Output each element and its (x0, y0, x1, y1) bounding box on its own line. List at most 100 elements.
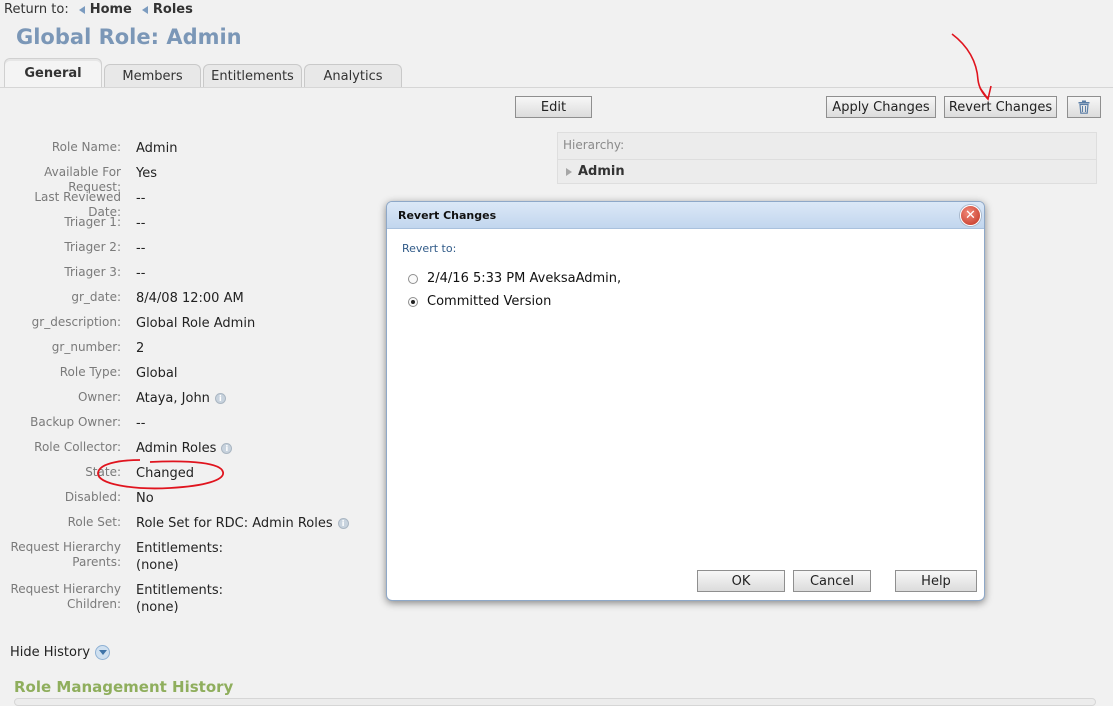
ok-button[interactable]: OK (697, 570, 785, 592)
property-value-text: Ataya, John (136, 391, 210, 406)
property-label: State: (85, 465, 121, 479)
tab-members[interactable]: Members (104, 64, 201, 88)
property-label: Triager 3: (64, 265, 121, 279)
property-backup-owner: Backup Owner: -- (0, 415, 145, 432)
property-label: Backup Owner: (30, 415, 121, 429)
property-value: Ataya, John i (136, 390, 226, 407)
breadcrumb-roles-label: Roles (152, 2, 193, 17)
revert-option-label: Committed Version (427, 294, 552, 309)
property-triager-3: Triager 3: -- (0, 265, 145, 282)
property-value: -- (136, 215, 145, 232)
property-value-text: Role Set for RDC: Admin Roles (136, 516, 333, 531)
property-value-text: No (136, 491, 154, 506)
property-value: Entitlements: (none) (136, 540, 223, 574)
property-label-line: Children: (67, 597, 121, 611)
property-value-text: Changed (136, 466, 195, 481)
property-value: Global Role Admin (136, 315, 255, 332)
hierarchy-divider (558, 159, 1096, 160)
history-title: Role Management History (14, 678, 234, 696)
radio-button[interactable] (408, 296, 418, 307)
revert-option-committed-version[interactable]: Committed Version (408, 294, 551, 309)
info-icon[interactable]: i (221, 443, 233, 454)
property-label: gr_date: (71, 290, 121, 304)
property-value: 8/4/08 12:00 AM (136, 290, 244, 307)
property-value-text: Admin Roles (136, 441, 217, 456)
property-value-text: -- (136, 416, 146, 431)
property-label: Triager 1: (64, 215, 121, 229)
property-label: Role Set: (67, 515, 121, 529)
tab-analytics[interactable]: Analytics (304, 64, 402, 88)
delete-button[interactable] (1067, 96, 1101, 118)
property-value: Changed (136, 465, 194, 482)
property-value: Admin (136, 140, 177, 157)
page-title: Global Role: Admin (16, 25, 242, 49)
edit-button[interactable]: Edit (515, 96, 592, 118)
property-label: gr_description: (31, 315, 121, 329)
property-label-line: Parents: (72, 555, 121, 569)
property-label: Owner: (77, 390, 121, 404)
close-icon[interactable]: ✕ (960, 205, 981, 226)
property-value: 2 (136, 340, 144, 357)
hide-history-label: Hide History (10, 645, 91, 660)
hide-history-toggle[interactable]: Hide History (10, 645, 111, 660)
breadcrumb-roles-link[interactable]: Roles (141, 2, 193, 17)
property-value-text: 8/4/08 12:00 AM (136, 291, 244, 306)
property-value-text: -- (136, 266, 146, 281)
property-value-text: Global (136, 366, 178, 381)
property-gr-number: gr_number: 2 (0, 340, 145, 357)
property-role-collector: Role Collector: Admin Roles i (0, 440, 233, 457)
revert-option-saved-version[interactable]: 2/4/16 5:33 PM AveksaAdmin, (408, 271, 621, 286)
property-value: -- (136, 265, 145, 282)
property-label: Request Hierarchy Children: (0, 582, 136, 616)
property-label: Role Type: (59, 365, 121, 379)
property-role-name: Role Name: Admin (0, 140, 178, 157)
property-value-text: -- (136, 191, 146, 206)
help-button[interactable]: Help (895, 570, 977, 592)
property-value-text: Global Role Admin (136, 316, 256, 331)
tab-general[interactable]: General (4, 58, 102, 88)
property-disabled: Disabled: No (0, 490, 154, 507)
property-triager-1: Triager 1: -- (0, 215, 145, 232)
hierarchy-label: Hierarchy: (563, 138, 625, 152)
property-label: Request Hierarchy Parents: (0, 540, 136, 574)
dialog-header: Revert Changes ✕ (387, 202, 984, 229)
tab-divider (0, 87, 1113, 88)
info-icon[interactable]: i (214, 393, 226, 404)
hierarchy-item-admin[interactable]: Admin (566, 164, 625, 179)
property-value: -- (136, 415, 145, 432)
cancel-button[interactable]: Cancel (793, 570, 871, 592)
property-label: Triager 2: (64, 240, 121, 254)
radio-button[interactable] (408, 273, 418, 284)
property-value: -- (136, 240, 145, 257)
property-value: Role Set for RDC: Admin Roles i (136, 515, 349, 532)
property-label-line: Request Hierarchy (10, 540, 121, 554)
property-value: No (136, 490, 154, 507)
property-label: Role Name: (51, 140, 121, 154)
property-value-text: Admin (136, 141, 178, 156)
apply-changes-button[interactable]: Apply Changes (826, 96, 936, 118)
property-value-line: Entitlements: (136, 541, 224, 556)
hierarchy-item-label: Admin (578, 164, 625, 179)
info-icon[interactable]: i (337, 518, 349, 529)
property-value-line: (none) (136, 558, 179, 573)
breadcrumb-home-link[interactable]: Home (78, 2, 132, 17)
tab-bar: General Members Entitlements Analytics (4, 58, 404, 88)
dialog-title: Revert Changes (398, 209, 497, 222)
property-role-set: Role Set: Role Set for RDC: Admin Roles i (0, 515, 349, 532)
expand-arrow-icon[interactable] (566, 167, 572, 176)
property-value-text: -- (136, 216, 146, 231)
property-label: Disabled: (64, 490, 121, 504)
property-value-text: -- (136, 241, 146, 256)
property-label: gr_number: (51, 340, 121, 354)
property-owner: Owner: Ataya, John i (0, 390, 226, 407)
property-value-line: (none) (136, 600, 179, 615)
back-arrow-icon (78, 5, 85, 14)
property-value-text: 2 (136, 341, 145, 356)
revert-changes-dialog: Revert Changes ✕ Revert to: 2/4/16 5:33 … (386, 201, 985, 601)
history-panel (14, 698, 1096, 706)
tab-entitlements[interactable]: Entitlements (203, 64, 302, 88)
property-value-line: Entitlements: (136, 583, 224, 598)
revert-changes-button[interactable]: Revert Changes (944, 96, 1057, 118)
chevron-down-icon[interactable] (95, 645, 111, 660)
property-triager-2: Triager 2: -- (0, 240, 145, 257)
